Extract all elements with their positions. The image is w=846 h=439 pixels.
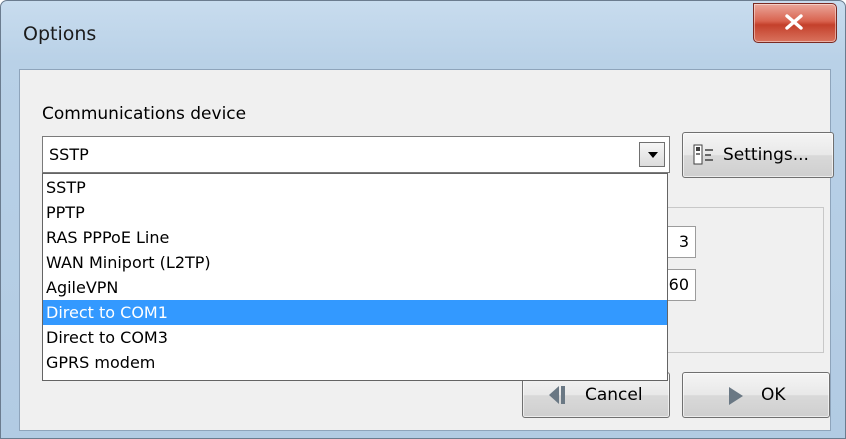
cancel-button-label: Cancel: [585, 385, 643, 405]
dropdown-button[interactable]: [639, 142, 665, 167]
ok-button-label: OK: [761, 385, 786, 405]
option-agilevpn[interactable]: AgileVPN: [43, 275, 667, 300]
chevron-down-icon: [648, 152, 658, 158]
option-gprs-modem[interactable]: GPRS modem: [43, 350, 667, 375]
comms-device-dropdown-list: SSTP PPTP RAS PPPoE Line WAN Miniport (L…: [42, 173, 668, 381]
option-direct-to-com1[interactable]: Direct to COM1: [43, 300, 667, 325]
option-ras-pppoe-line[interactable]: RAS PPPoE Line: [43, 225, 667, 250]
close-button[interactable]: [753, 3, 837, 43]
comms-device-label: Communications device: [42, 104, 247, 124]
close-icon: [785, 14, 803, 30]
dialog-title: Options: [23, 23, 97, 45]
settings-button[interactable]: Settings...: [682, 132, 834, 178]
play-icon: [729, 387, 743, 405]
option-wan-miniport-l2tp[interactable]: WAN Miniport (L2TP): [43, 250, 667, 275]
comms-device-select[interactable]: SSTP: [42, 136, 670, 173]
ok-button[interactable]: OK: [682, 372, 830, 418]
option-sstp[interactable]: SSTP: [43, 175, 667, 200]
comms-device-value: SSTP: [49, 145, 89, 164]
dialog-body: Communications device SSTP Settings... 3…: [19, 69, 834, 431]
option-direct-to-com3[interactable]: Direct to COM3: [43, 325, 667, 350]
rewind-icon: [549, 386, 565, 404]
settings-icon: [693, 144, 713, 165]
options-dialog: Options Communications device SSTP Setti…: [0, 0, 846, 439]
settings-button-label: Settings...: [723, 145, 809, 165]
option-pptp[interactable]: PPTP: [43, 200, 667, 225]
